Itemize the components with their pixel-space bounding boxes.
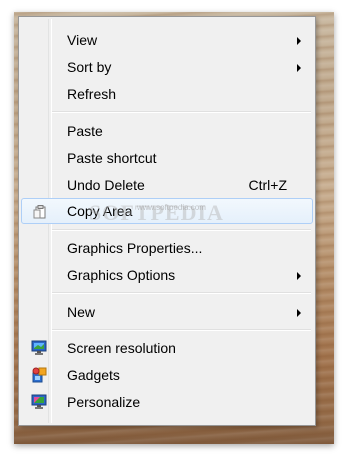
menu-item-graphics-properties[interactable]: Graphics Properties... [21,235,313,261]
watermark-url: www.softpedia.com [137,203,206,212]
submenu-arrow-icon [297,309,301,317]
menu-item-gadgets[interactable]: Gadgets [21,362,313,388]
personalize-icon [31,394,47,410]
gadgets-icon [31,367,47,383]
menu-item-refresh[interactable]: Refresh [21,81,313,107]
menu-item-shortcut: Ctrl+Z [248,177,288,193]
menu-item-paste-shortcut[interactable]: Paste shortcut [21,145,313,171]
menu-item-label: Paste [67,123,103,139]
menu-item-view[interactable]: View [21,27,313,53]
menu-item-label: Gadgets [67,367,120,383]
menu-item-label: Graphics Properties... [67,240,203,256]
submenu-arrow-icon [297,272,301,280]
menu-separator [52,329,311,331]
monitor-icon [31,340,47,356]
menu-separator [52,292,311,294]
menu-item-label: New [67,304,96,320]
menu-item-label: Sort by [67,59,112,75]
menu-item-label: Personalize [67,394,141,410]
menu-item-graphics-options[interactable]: Graphics Options [21,262,313,288]
menu-item-label: Screen resolution [67,340,176,356]
menu-separator [52,111,311,113]
menu-separator [52,229,311,231]
desktop-context-menu: View Sort by Refresh Paste Paste shortcu… [18,16,316,426]
menu-item-label: Paste shortcut [67,150,157,166]
menu-item-paste[interactable]: Paste [21,118,313,144]
clipboard-icon [32,204,48,220]
menu-item-label: Undo Delete [67,177,145,193]
menu-item-new[interactable]: New [21,299,313,325]
submenu-arrow-icon [297,64,301,72]
submenu-arrow-icon [297,37,301,45]
menu-item-label: Refresh [67,86,117,102]
menu-item-screen-resolution[interactable]: Screen resolution [21,335,313,361]
menu-item-personalize[interactable]: Personalize [21,389,313,415]
menu-item-undo-delete[interactable]: Undo Delete Ctrl+Z [21,172,313,198]
menu-item-label: Graphics Options [67,267,176,283]
menu-item-sort-by[interactable]: Sort by [21,54,313,80]
menu-item-label: View [67,32,98,48]
